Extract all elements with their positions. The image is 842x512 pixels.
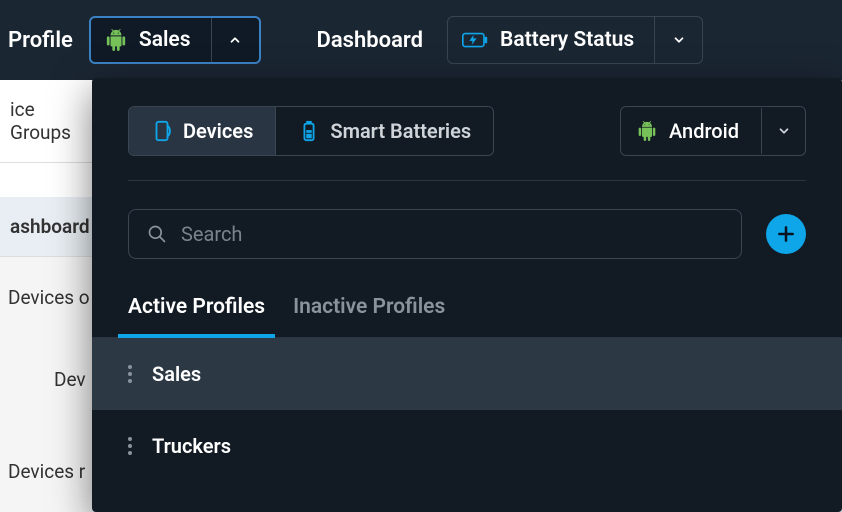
smart-batteries-icon (298, 120, 320, 142)
plus-icon (776, 224, 796, 244)
bg-sidebar: ice Groups ashboard (0, 80, 92, 257)
chevron-down-icon (672, 33, 686, 47)
tabs-row: Active Profiles Inactive Profiles (92, 279, 842, 338)
segment-devices-label: Devices (183, 119, 253, 143)
android-icon (105, 29, 127, 51)
bg-tab-dashboard[interactable]: ashboard (0, 197, 92, 257)
dashboard-dropdown-caret[interactable] (654, 17, 702, 63)
drag-handle-icon[interactable] (128, 437, 132, 455)
os-dropdown-text: Android (669, 119, 739, 143)
dashboard-label: Dashboard (317, 28, 423, 53)
add-button[interactable] (766, 214, 806, 254)
segment-batteries[interactable]: Smart Batteries (275, 107, 493, 155)
profile-list: Sales Truckers (92, 338, 842, 482)
profile-dropdown-text: Sales (139, 28, 191, 52)
panel-top: Devices Smart Batteries Android (92, 78, 842, 180)
profile-dropdown-main[interactable]: Sales (91, 18, 211, 62)
dashboard-dropdown[interactable]: Battery Status (447, 16, 703, 64)
profile-panel: Devices Smart Batteries Android (92, 78, 842, 512)
search-input[interactable] (181, 222, 723, 246)
chevron-up-icon (228, 33, 242, 47)
list-item[interactable]: Sales (92, 338, 842, 410)
list-item-label: Sales (152, 362, 201, 386)
dashboard-dropdown-text: Battery Status (500, 28, 634, 52)
battery-charging-icon (462, 30, 488, 50)
segment-group: Devices Smart Batteries (128, 106, 494, 156)
profile-label: Profile (8, 28, 73, 53)
devices-icon (151, 120, 173, 142)
search-icon (147, 224, 167, 244)
chevron-down-icon (777, 124, 791, 138)
topbar: Profile Sales Dashboard Battery Status (0, 0, 842, 80)
os-dropdown-caret[interactable] (761, 108, 805, 154)
list-item[interactable]: Truckers (92, 410, 842, 482)
segment-devices[interactable]: Devices (129, 107, 275, 155)
profile-dropdown-caret[interactable] (211, 18, 259, 62)
segment-batteries-label: Smart Batteries (330, 119, 471, 143)
search-row (92, 181, 842, 279)
os-dropdown-main[interactable]: Android (621, 107, 761, 155)
tab-active-profiles[interactable]: Active Profiles (128, 287, 265, 337)
os-dropdown[interactable]: Android (620, 106, 806, 156)
bg-text-1: Devices o (8, 286, 90, 309)
bg-tab-groups[interactable]: ice Groups (0, 80, 92, 163)
android-icon (637, 121, 657, 141)
dashboard-dropdown-main[interactable]: Battery Status (448, 17, 654, 63)
list-item-label: Truckers (152, 434, 231, 458)
drag-handle-icon[interactable] (128, 365, 132, 383)
profile-dropdown[interactable]: Sales (89, 16, 261, 64)
bg-text-2: Dev (54, 368, 86, 391)
search-box[interactable] (128, 209, 742, 259)
bg-text-3: Devices r (8, 460, 85, 483)
tab-inactive-profiles[interactable]: Inactive Profiles (293, 287, 445, 337)
